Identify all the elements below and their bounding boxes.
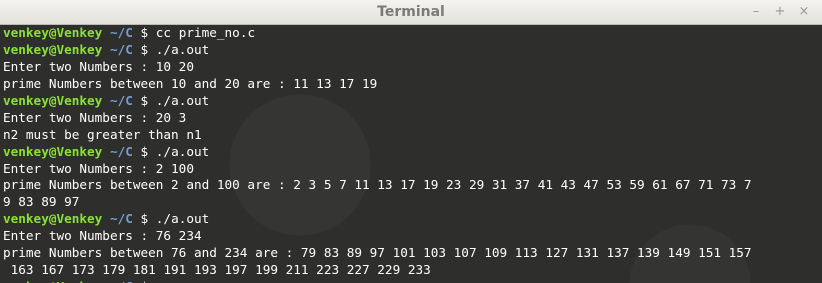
output-line: 163 167 173 179 181 191 193 197 199 211 … (3, 262, 819, 279)
output-line: prime Numbers between 2 and 100 are : 2 … (3, 177, 819, 194)
output-line: Enter two Numbers : 2 100 (3, 161, 819, 178)
output-text: 9 83 89 97 (3, 194, 80, 210)
terminal-window: Terminal – + × venkey@Venkey ~/C $ cc pr… (0, 0, 822, 283)
output-line: n2 must be greater than n1 (3, 127, 819, 144)
prompt-user: venkey@Venkey (3, 92, 103, 108)
output-line: Enter two Numbers : 20 3 (3, 110, 819, 127)
prompt-symbol: $ (140, 41, 149, 57)
output-line: Enter two Numbers : 76 234 (3, 228, 819, 245)
output-text: Enter two Numbers : 20 3 (3, 109, 187, 125)
maximize-icon[interactable]: + (768, 0, 792, 24)
output-text: 163 167 173 179 181 191 193 197 199 211 … (3, 262, 431, 278)
prompt-line: venkey@Venkey ~/C $ ./a.out (3, 144, 819, 161)
prompt-symbol: $ (140, 143, 149, 159)
title-bar[interactable]: Terminal – + × (0, 0, 822, 25)
prompt-path: ~/C (110, 279, 133, 283)
prompt-line: venkey@Venkey ~/C $ cc prime_no.c (3, 25, 819, 42)
prompt-path: ~/C (109, 41, 133, 57)
prompt-path: ~/C (109, 92, 133, 108)
prompt-symbol: $ (140, 25, 149, 40)
prompt-user: venkey@Venkey (3, 25, 103, 40)
window-controls: – + × (744, 0, 816, 24)
prompt-user: venkey@Venkey (3, 143, 103, 159)
command-text: ./a.out (155, 143, 210, 159)
prompt-line: venkey@Venkey ~/C $ (3, 279, 819, 283)
window-title: Terminal (377, 4, 445, 20)
prompt-path: ~/C (109, 211, 133, 227)
command-text: ./a.out (155, 211, 210, 227)
output-line: 9 83 89 97 (3, 194, 819, 211)
output-text: n2 must be greater than n1 (3, 126, 202, 142)
output-line: prime Numbers between 10 and 20 are : 11… (3, 76, 819, 93)
output-line: prime Numbers between 76 and 234 are : 7… (3, 245, 819, 262)
prompt-user: venkey@Venkey (3, 279, 102, 283)
prompt-symbol: $ (140, 92, 149, 108)
output-line: Enter two Numbers : 10 20 (3, 59, 819, 76)
prompt-line: venkey@Venkey ~/C $ ./a.out (3, 42, 819, 59)
prompt-symbol: $ (141, 279, 149, 283)
prompt-path: ~/C (109, 25, 133, 40)
output-text: prime Numbers between 2 and 100 are : 2 … (3, 177, 752, 193)
command-text: ./a.out (155, 41, 210, 57)
terminal-output[interactable]: venkey@Venkey ~/C $ cc prime_no.c venkey@… (0, 25, 822, 283)
prompt-user: venkey@Venkey (3, 211, 103, 227)
minimize-icon[interactable]: – (744, 0, 768, 24)
output-text: Enter two Numbers : 76 234 (3, 228, 202, 244)
close-icon[interactable]: × (792, 0, 816, 24)
output-text: prime Numbers between 76 and 234 are : 7… (3, 245, 752, 261)
command-text: ./a.out (155, 92, 210, 108)
prompt-symbol: $ (140, 211, 149, 227)
prompt-user: venkey@Venkey (3, 41, 103, 57)
output-text: prime Numbers between 10 and 20 are : 11… (3, 75, 378, 91)
command-text: cc prime_no.c (155, 25, 256, 40)
output-text: Enter two Numbers : 10 20 (3, 58, 194, 74)
prompt-path: ~/C (109, 143, 133, 159)
output-text: Enter two Numbers : 2 100 (3, 160, 194, 176)
prompt-line: venkey@Venkey ~/C $ ./a.out (3, 93, 819, 110)
prompt-line: venkey@Venkey ~/C $ ./a.out (3, 211, 819, 228)
